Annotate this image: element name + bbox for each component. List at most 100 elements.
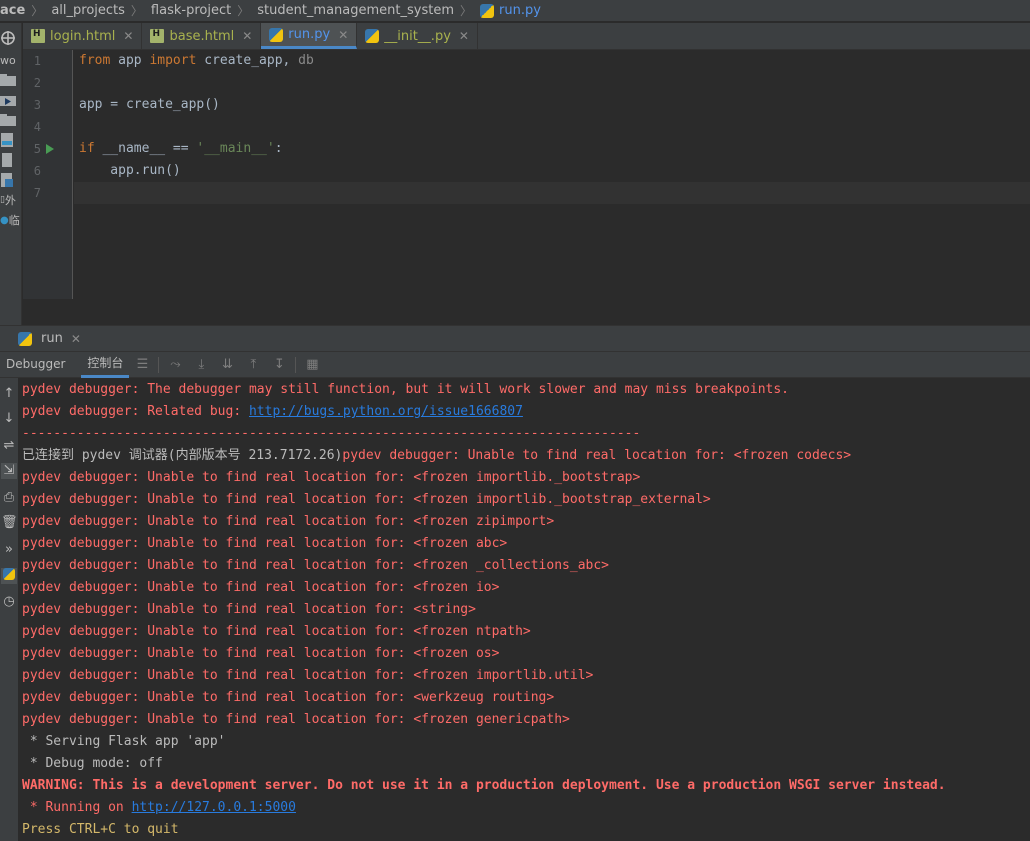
python-file-icon[interactable]: [0, 171, 21, 189]
keyword-from: from: [79, 53, 111, 68]
tab-login-html[interactable]: login.html ✕: [23, 23, 143, 49]
code-line-5[interactable]: if __name__ == '__main__':: [74, 138, 1030, 160]
code-line-6[interactable]: app.run(): [74, 160, 1030, 182]
html-file-icon: [150, 29, 165, 43]
arrow-up-icon[interactable]: ↑: [1, 386, 17, 402]
console-line: * Running on http://127.0.0.1:5000: [18, 797, 1030, 819]
tab-base-html[interactable]: base.html ✕: [142, 23, 262, 49]
editor-tab-bar: login.html ✕ base.html ✕ run.py ✕ __init…: [23, 23, 1030, 50]
tab-run[interactable]: run ✕: [0, 326, 81, 352]
tab-label: login.html: [50, 28, 116, 44]
run-gutter-icon[interactable]: [46, 144, 54, 154]
print-icon[interactable]: ⎙: [1, 490, 17, 506]
menu-icon[interactable]: ☰: [134, 357, 150, 373]
console-side-toolbar: ↑ ↓ ⇌ ⇲ ⎙ 🗑 » ◷: [0, 378, 18, 841]
evaluate-expression-icon[interactable]: ▦: [304, 357, 320, 373]
step-over-icon[interactable]: ⤓: [193, 357, 209, 373]
python-file-icon: [480, 3, 495, 18]
trash-icon[interactable]: 🗑: [1, 515, 18, 531]
python-file-icon: [269, 27, 284, 42]
console-line: * Serving Flask app 'app': [22, 734, 226, 749]
close-icon[interactable]: ✕: [338, 28, 348, 42]
console-text: 已连接到 pydev 调试器(内部版本号 213.7172.26): [22, 448, 343, 463]
console-line: pydev debugger: Unable to find real loca…: [22, 668, 594, 683]
code-name-compare: __name__ ==: [94, 141, 197, 156]
folder-icon[interactable]: [0, 71, 21, 89]
bug-link[interactable]: http://bugs.python.org/issue1666807: [249, 404, 523, 419]
arrow-down-icon[interactable]: ↓: [1, 411, 17, 427]
tab-console[interactable]: 控制台: [81, 351, 130, 378]
close-icon[interactable]: ✕: [123, 29, 133, 43]
breadcrumb-item-workspace[interactable]: ace: [0, 3, 29, 18]
console-line: pydev debugger: Unable to find real loca…: [22, 536, 508, 551]
tree-item-scratches[interactable]: ● 临: [0, 211, 21, 229]
console-line: Press CTRL+C to quit: [22, 822, 179, 837]
keyword-import: import: [149, 53, 197, 68]
tab-debugger[interactable]: Debugger: [0, 351, 71, 378]
breadcrumb-file-label: run.py: [499, 3, 541, 18]
console-line: pydev debugger: Unable to find real loca…: [22, 602, 476, 617]
tree-label-scratches: 临: [8, 214, 20, 227]
close-icon[interactable]: ✕: [242, 29, 252, 43]
line-number: 7: [33, 186, 41, 200]
line-number: 5: [33, 142, 41, 156]
folder-run-icon[interactable]: [0, 91, 21, 109]
line-number: 1: [33, 54, 41, 68]
target-icon[interactable]: [0, 29, 21, 47]
code-line-1[interactable]: from app import create_app, db: [74, 50, 1030, 72]
md-file-icon[interactable]: [0, 131, 21, 149]
scroll-to-end-icon[interactable]: ⇲: [1, 463, 17, 479]
run-to-cursor-icon[interactable]: ↧: [271, 357, 287, 373]
console-line: 已连接到 pydev 调试器(内部版本号 213.7172.26)pydev d…: [18, 445, 1030, 467]
clock-icon[interactable]: ◷: [1, 594, 17, 610]
soft-wrap-icon[interactable]: ⇌: [1, 438, 17, 454]
code-editor[interactable]: 1 2 3 4 5 6 7 from app import create_app…: [23, 50, 1030, 299]
python-console-icon[interactable]: [1, 568, 17, 584]
code-string: '__main__': [196, 141, 275, 156]
code-line-3[interactable]: app = create_app(): [74, 94, 1030, 116]
console-line: pydev debugger: Unable to find real loca…: [22, 558, 609, 573]
console-text: pydev debugger: Related bug:: [22, 404, 249, 419]
console-text: * Running on: [22, 800, 132, 815]
editor-bottom-area: [23, 299, 1030, 325]
line-number: 2: [33, 76, 41, 90]
tab-label: run.py: [288, 27, 331, 42]
console-line: pydev debugger: Unable to find real loca…: [22, 690, 555, 705]
step-out-icon[interactable]: ⤒: [245, 357, 261, 373]
code-names: create_app,: [196, 53, 299, 68]
code-line-7-current[interactable]: [74, 182, 1030, 204]
tab-run-py[interactable]: run.py ✕: [261, 23, 358, 49]
show-more-icon[interactable]: »: [1, 542, 17, 558]
tab-init-py[interactable]: __init__.py ✕: [357, 23, 478, 49]
console-line: pydev debugger: Unable to find real loca…: [22, 580, 500, 595]
show-execution-point-icon[interactable]: ⤳: [167, 357, 183, 373]
file-icon[interactable]: [0, 151, 21, 169]
server-link[interactable]: http://127.0.0.1:5000: [132, 800, 296, 815]
breadcrumb-item-flask-project[interactable]: flask-project: [145, 3, 235, 18]
line-number: 6: [33, 164, 41, 178]
breadcrumb-item-file[interactable]: run.py: [474, 3, 545, 18]
close-icon[interactable]: ✕: [459, 29, 469, 43]
console-line: pydev debugger: The debugger may still f…: [22, 382, 790, 397]
console-text: pydev debugger: Unable to find real loca…: [342, 448, 852, 463]
breadcrumb-item-all-projects[interactable]: all_projects: [45, 3, 129, 18]
console-output[interactable]: pydev debugger: The debugger may still f…: [18, 378, 1030, 841]
tree-label-external: 外: [4, 194, 16, 207]
tree-item-workspace[interactable]: wo: [0, 51, 21, 69]
step-into-my-code-icon[interactable]: ⇊: [219, 357, 235, 373]
chevron-right-icon: 〉: [460, 4, 473, 18]
chevron-right-icon: 〉: [130, 4, 143, 18]
run-tool-window-header: run ✕: [0, 325, 1030, 351]
line-number: 4: [33, 120, 41, 134]
breadcrumb-item-student-management-system[interactable]: student_management_system: [251, 3, 458, 18]
code-text: app = create_app(): [79, 97, 220, 112]
close-icon[interactable]: ✕: [71, 332, 81, 346]
console-warning-line: WARNING: This is a development server. D…: [22, 778, 946, 793]
debugger-toolbar: Debugger 控制台 ☰ ⤳ ⤓ ⇊ ⤒ ↧ ▦: [0, 351, 1030, 378]
console-line: pydev debugger: Unable to find real loca…: [22, 492, 711, 507]
folder-icon[interactable]: [0, 111, 21, 129]
toolbar-separator: [158, 356, 160, 373]
chevron-right-icon: 〉: [31, 4, 44, 18]
tree-item-external-libraries[interactable]: ▯ 外: [0, 191, 21, 209]
code-unused-name: db: [298, 53, 314, 68]
